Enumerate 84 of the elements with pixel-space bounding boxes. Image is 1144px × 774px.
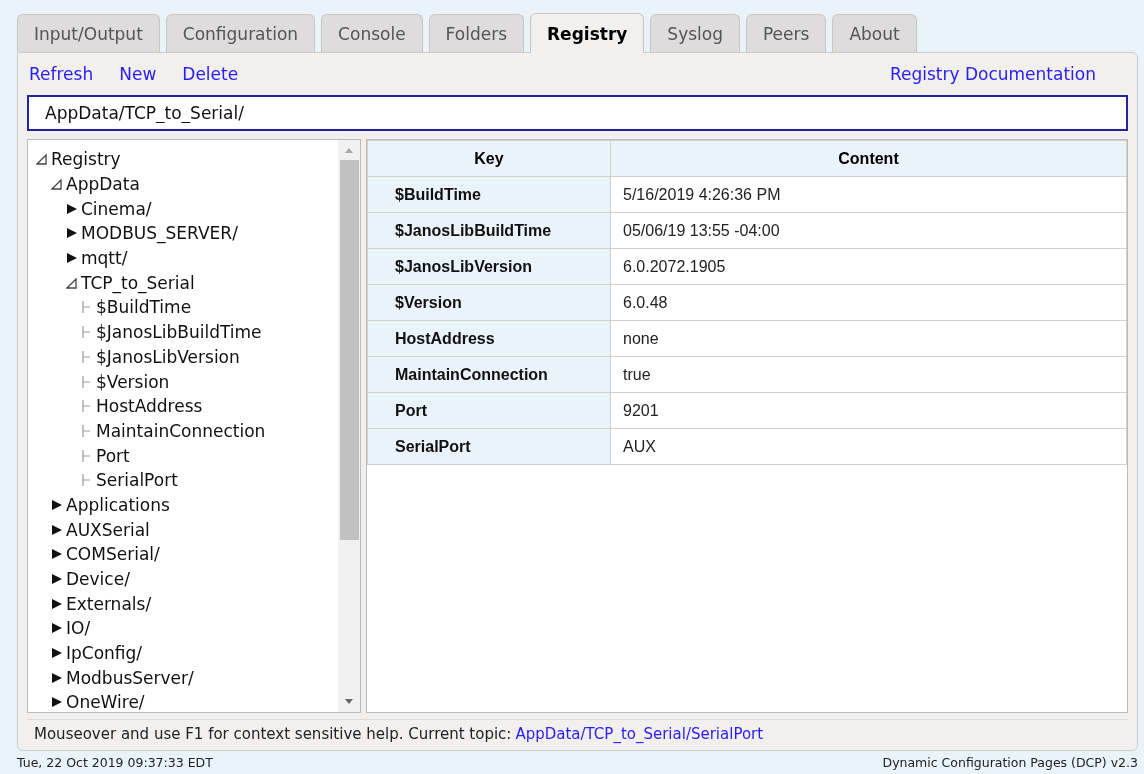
tree-item[interactable]: Cinema/ — [81, 198, 152, 219]
tree-item[interactable]: Registry — [51, 149, 121, 170]
tree-item[interactable]: mqtt/ — [81, 248, 128, 269]
table-cell: 5/16/2019 4:26:36 PM — [610, 176, 1127, 213]
branch-line-icon — [81, 473, 93, 488]
version-text: Dynamic Configuration Pages (DCP) v2.3 — [882, 755, 1138, 770]
table-cell: $JanosLibVersion — [367, 248, 611, 285]
scrollbar[interactable] — [338, 140, 360, 712]
collapsed-triangle-icon[interactable] — [51, 621, 63, 636]
tree-item[interactable]: Device/ — [66, 569, 130, 590]
topic-link[interactable]: AppData/TCP_to_Serial/SerialPort — [515, 725, 764, 743]
collapsed-triangle-icon[interactable] — [51, 572, 63, 587]
tree-item[interactable]: $JanosLibBuildTime — [96, 322, 262, 343]
tree-item[interactable]: OneWire/ — [66, 692, 145, 712]
column-header: Key — [367, 140, 611, 177]
tab[interactable]: Registry — [530, 13, 645, 53]
expanded-triangle-icon[interactable] — [51, 177, 63, 192]
tab[interactable]: About — [832, 14, 917, 52]
table-cell: 6.0.48 — [610, 284, 1127, 321]
tree-item[interactable]: MODBUS_SERVER/ — [81, 223, 238, 244]
tree-item[interactable]: COMSerial/ — [66, 544, 160, 565]
tree-item[interactable]: ModbusServer/ — [66, 667, 194, 688]
tree-item[interactable]: TCP_to_Serial — [81, 272, 195, 293]
collapsed-triangle-icon[interactable] — [51, 695, 63, 710]
branch-line-icon — [81, 325, 93, 340]
branch-line-icon — [81, 374, 93, 389]
tab[interactable]: Folders — [428, 14, 524, 52]
table-cell: Port — [367, 392, 611, 429]
tree-item[interactable]: IpConfig/ — [66, 643, 143, 664]
table-cell: 05/06/19 13:55 -04:00 — [610, 212, 1127, 249]
tree-item[interactable]: Port — [96, 445, 130, 466]
table-cell: $BuildTime — [367, 176, 611, 213]
scrollbar-thumb[interactable] — [339, 160, 359, 540]
scroll-down-icon[interactable] — [344, 698, 354, 706]
tree-item[interactable]: SerialPort — [96, 470, 178, 491]
tree-item[interactable]: Externals/ — [66, 593, 152, 614]
expanded-triangle-icon[interactable] — [36, 152, 48, 167]
tab[interactable]: Peers — [745, 14, 827, 52]
collapsed-triangle-icon[interactable] — [51, 522, 63, 537]
tree-item[interactable]: AUXSerial — [66, 519, 150, 540]
path-field[interactable]: AppData/TCP_to_Serial/ — [27, 95, 1128, 131]
expanded-triangle-icon[interactable] — [66, 275, 78, 290]
tree-item[interactable]: Applications — [66, 494, 170, 515]
collapsed-triangle-icon[interactable] — [51, 497, 63, 512]
collapsed-triangle-icon[interactable] — [51, 646, 63, 661]
tab[interactable]: Console — [321, 14, 423, 52]
branch-line-icon — [81, 399, 93, 414]
table-cell: $JanosLibBuildTime — [367, 212, 611, 249]
action-link[interactable]: New — [119, 64, 157, 84]
documentation-link[interactable]: Registry Documentation — [889, 64, 1096, 84]
collapsed-triangle-icon[interactable] — [66, 251, 78, 266]
branch-line-icon — [81, 423, 93, 438]
column-header: Content — [610, 140, 1127, 177]
branch-line-icon — [81, 300, 93, 315]
table-cell: true — [610, 356, 1127, 393]
tree-item[interactable]: HostAddress — [96, 396, 203, 417]
help-text: Mouseover and use F1 for context sensitive help. Current topic: — [34, 725, 512, 743]
table-cell: 6.0.2072.1905 — [610, 248, 1127, 285]
tree-item[interactable]: IO/ — [66, 618, 91, 639]
collapsed-triangle-icon[interactable] — [51, 670, 63, 685]
action-link[interactable]: Refresh — [29, 64, 94, 84]
collapsed-triangle-icon[interactable] — [66, 226, 78, 241]
tree-item[interactable]: MaintainConnection — [96, 420, 266, 441]
collapsed-triangle-icon[interactable] — [51, 547, 63, 562]
table-cell: MaintainConnection — [367, 356, 611, 393]
collapsed-triangle-icon[interactable] — [66, 201, 78, 216]
table-cell: 9201 — [610, 392, 1127, 429]
table-cell: none — [610, 320, 1127, 357]
date-time: Tue, 22 Oct 2019 09:37:33 EDT — [17, 755, 213, 770]
table-cell: HostAddress — [367, 320, 611, 357]
table-cell: $Version — [367, 284, 611, 321]
branch-line-icon — [81, 349, 93, 364]
collapsed-triangle-icon[interactable] — [51, 596, 63, 611]
tree-item[interactable]: $JanosLibVersion — [96, 346, 240, 367]
tab[interactable]: Input/Output — [17, 14, 160, 52]
table-cell: SerialPort — [367, 428, 611, 465]
table-cell: AUX — [610, 428, 1127, 465]
tree-item[interactable]: $Version — [96, 371, 170, 392]
tree-item[interactable]: $BuildTime — [96, 297, 192, 318]
tab[interactable]: Syslog — [650, 14, 740, 52]
branch-line-icon — [81, 448, 93, 463]
tree-item[interactable]: AppData — [66, 174, 140, 195]
action-link[interactable]: Delete — [182, 64, 239, 84]
tab[interactable]: Configuration — [165, 14, 316, 52]
